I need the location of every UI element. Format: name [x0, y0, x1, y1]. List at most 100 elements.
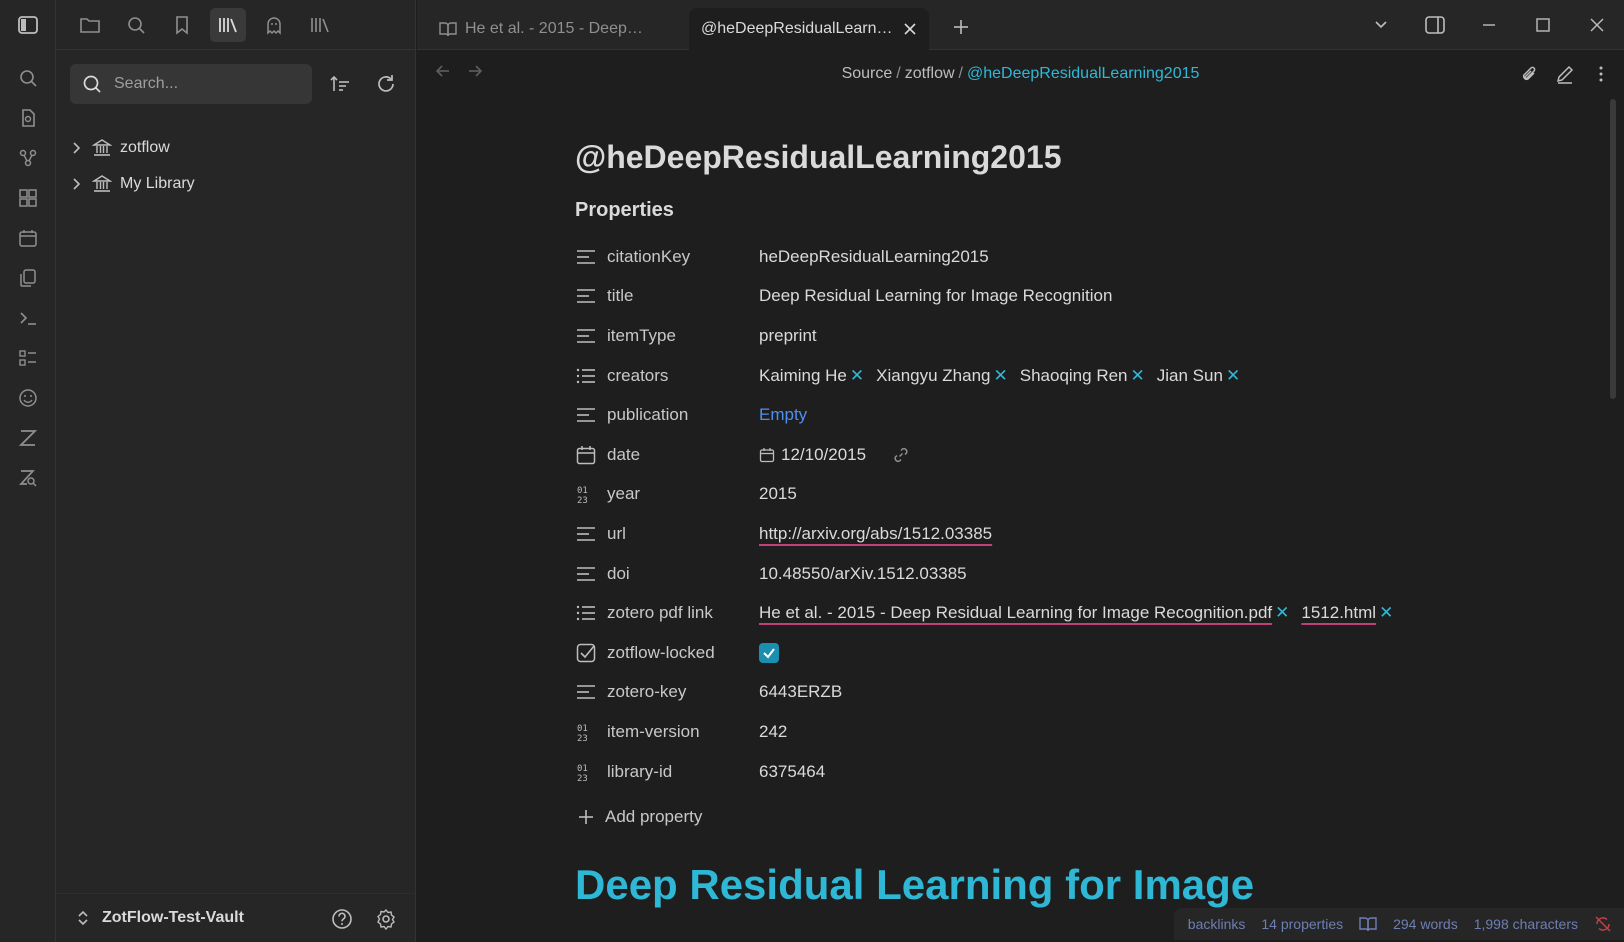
property-value[interactable]: 2015: [759, 484, 797, 504]
property-value[interactable]: 242: [759, 722, 787, 742]
tab-note[interactable]: @heDeepResidualLearning2015: [689, 8, 929, 50]
status-backlinks[interactable]: backlinks: [1188, 916, 1246, 932]
help-button[interactable]: [324, 902, 360, 936]
ribbon-smiley-button[interactable]: [0, 378, 56, 418]
property-row-citationkey[interactable]: citationKey heDeepResidualLearning2015: [575, 237, 1475, 277]
property-value[interactable]: 6443ERZB: [759, 682, 842, 702]
bookmarks-tab[interactable]: [164, 8, 200, 42]
list-icon[interactable]: [575, 365, 597, 387]
breadcrumb-current[interactable]: @heDeepResidualLearning2015: [967, 65, 1199, 82]
settings-button[interactable]: [368, 902, 404, 936]
attachment-button[interactable]: [1516, 61, 1542, 87]
toggle-right-sidebar-button[interactable]: [1408, 0, 1462, 50]
property-key[interactable]: itemType: [607, 326, 676, 346]
checkbox-icon[interactable]: [575, 642, 597, 664]
maximize-button[interactable]: [1516, 0, 1570, 50]
property-row-zotero-pdf-link[interactable]: zotero pdf link He et al. - 2015 - Deep …: [575, 593, 1475, 633]
tree-item-my-library[interactable]: My Library: [66, 166, 406, 202]
ghost-tab[interactable]: [256, 8, 292, 42]
remove-icon[interactable]: ✕: [1131, 366, 1145, 386]
number-icon[interactable]: 01 23: [575, 483, 597, 505]
property-value-empty[interactable]: Empty: [759, 405, 807, 425]
calendar-icon[interactable]: [759, 447, 775, 463]
breadcrumb-source[interactable]: Source: [842, 65, 893, 82]
text-icon[interactable]: [575, 246, 597, 268]
calendar-icon[interactable]: [575, 444, 597, 466]
property-key[interactable]: year: [607, 484, 640, 504]
tab-list-button[interactable]: [1354, 0, 1408, 50]
remove-icon[interactable]: ✕: [1226, 366, 1240, 386]
close-icon[interactable]: [903, 22, 917, 36]
property-value[interactable]: 6375464: [759, 762, 825, 782]
property-key[interactable]: title: [607, 286, 633, 306]
property-row-title[interactable]: title Deep Residual Learning for Image R…: [575, 277, 1475, 317]
remove-icon[interactable]: ✕: [850, 366, 864, 386]
property-row-itemtype[interactable]: itemType preprint: [575, 316, 1475, 356]
chevron-right-icon[interactable]: [70, 177, 84, 191]
property-value[interactable]: preprint: [759, 326, 817, 346]
property-row-publication[interactable]: publication Empty: [575, 395, 1475, 435]
vault-switcher[interactable]: ZotFlow-Test-Vault: [102, 909, 244, 927]
property-key[interactable]: citationKey: [607, 247, 690, 267]
files-tab[interactable]: [72, 8, 108, 42]
locked-checkbox[interactable]: [759, 642, 779, 663]
properties-heading[interactable]: Properties: [575, 199, 1475, 229]
property-key[interactable]: url: [607, 524, 626, 544]
ribbon-search-button[interactable]: [0, 58, 56, 98]
toggle-sidebar-button[interactable]: [0, 0, 56, 50]
property-value[interactable]: Deep Residual Learning for Image Recogni…: [759, 286, 1112, 306]
ribbon-graph-button[interactable]: [0, 138, 56, 178]
add-property-button[interactable]: Add property: [575, 799, 1475, 835]
property-key[interactable]: item-version: [607, 722, 700, 742]
text-icon[interactable]: [575, 523, 597, 545]
scrollbar[interactable]: [1610, 99, 1616, 399]
property-value[interactable]: heDeepResidualLearning2015: [759, 247, 989, 267]
property-row-url[interactable]: url http://arxiv.org/abs/1512.03385: [575, 514, 1475, 554]
html-link-pill[interactable]: 1512.html ✕: [1301, 603, 1393, 623]
remove-icon[interactable]: ✕: [994, 366, 1008, 386]
note-heading-1[interactable]: Deep Residual Learning for Image: [575, 861, 1254, 909]
zotero-library-tab[interactable]: [210, 7, 246, 42]
property-key[interactable]: library-id: [607, 762, 672, 782]
link-icon[interactable]: [892, 446, 910, 464]
edit-button[interactable]: [1552, 61, 1578, 87]
property-key[interactable]: publication: [607, 405, 688, 425]
property-row-library-id[interactable]: 01 23 library-id 6375464: [575, 752, 1475, 792]
ribbon-zotero-button[interactable]: [0, 418, 56, 458]
breadcrumb-zotflow[interactable]: zotflow: [905, 65, 955, 82]
ribbon-list-button[interactable]: [0, 338, 56, 378]
remove-icon[interactable]: ✕: [1275, 603, 1289, 623]
ribbon-canvas-button[interactable]: [0, 178, 56, 218]
property-row-item-version[interactable]: 01 23 item-version 242: [575, 712, 1475, 752]
creator-pill[interactable]: Jian Sun ✕: [1157, 366, 1240, 386]
tree-item-zotflow[interactable]: zotflow: [66, 130, 406, 166]
library-search-box[interactable]: [70, 64, 312, 104]
property-row-year[interactable]: 01 23 year 2015: [575, 475, 1475, 515]
tab-pdf[interactable]: He et al. - 2015 - Deep Residual Learnin…: [427, 8, 657, 50]
url-link[interactable]: http://arxiv.org/abs/1512.03385: [759, 524, 992, 544]
number-icon[interactable]: 01 23: [575, 721, 597, 743]
library-tab-2[interactable]: [302, 8, 338, 42]
creator-pill[interactable]: Kaiming He ✕: [759, 366, 864, 386]
ribbon-file-search-button[interactable]: [0, 98, 56, 138]
chevron-right-icon[interactable]: [70, 141, 84, 155]
property-key[interactable]: zotero pdf link: [607, 603, 713, 623]
date-input[interactable]: 12/10/2015: [781, 445, 866, 465]
note-title[interactable]: @heDeepResidualLearning2015: [575, 135, 1475, 179]
property-key[interactable]: creators: [607, 366, 668, 386]
text-icon[interactable]: [575, 285, 597, 307]
more-options-button[interactable]: [1588, 61, 1614, 87]
ribbon-calendar-button[interactable]: [0, 218, 56, 258]
ribbon-copy-button[interactable]: [0, 258, 56, 298]
ribbon-terminal-button[interactable]: [0, 298, 56, 338]
property-row-creators[interactable]: creators Kaiming He ✕ Xiangyu Zhang ✕ Shao…: [575, 356, 1475, 396]
text-icon[interactable]: [575, 325, 597, 347]
search-tab[interactable]: [118, 8, 154, 42]
new-tab-button[interactable]: [943, 10, 979, 44]
close-window-button[interactable]: [1570, 0, 1624, 50]
creator-pill[interactable]: Xiangyu Zhang ✕: [876, 366, 1008, 386]
property-value[interactable]: 10.48550/arXiv.1512.03385: [759, 564, 967, 584]
number-icon[interactable]: 01 23: [575, 761, 597, 783]
refresh-button[interactable]: [368, 67, 404, 101]
property-row-zotero-key[interactable]: zotero-key 6443ERZB: [575, 673, 1475, 713]
